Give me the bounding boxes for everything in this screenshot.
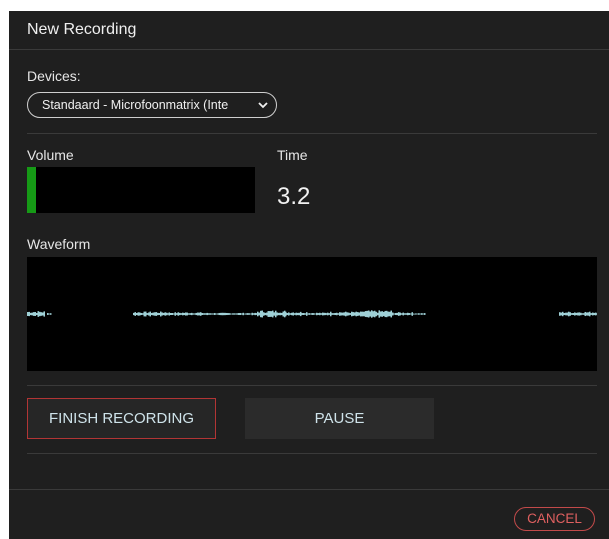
waveform-graphic [27, 310, 597, 318]
pause-button[interactable]: PAUSE [245, 398, 434, 439]
footer-divider [9, 489, 609, 490]
device-select[interactable]: Standaard - Microfoonmatrix (Inte [27, 92, 277, 118]
finish-recording-button[interactable]: FINISH RECORDING [27, 398, 216, 439]
device-select-value: Standaard - Microfoonmatrix (Inte [42, 98, 229, 112]
waveform-label: Waveform [27, 236, 91, 252]
time-value: 3.2 [277, 183, 311, 210]
time-label: Time [277, 147, 308, 163]
devices-label: Devices: [27, 68, 81, 84]
divider [27, 453, 597, 454]
volume-label: Volume [27, 147, 74, 163]
waveform-display [27, 257, 597, 371]
dialog-titlebar: New Recording [9, 11, 609, 50]
chevron-down-icon [258, 102, 268, 109]
cancel-button[interactable]: CANCEL [514, 507, 595, 531]
volume-meter [27, 167, 255, 213]
volume-meter-fill [27, 167, 37, 213]
divider [27, 385, 597, 386]
new-recording-dialog: New Recording Devices: Standaard - Micro… [9, 11, 609, 539]
dialog-title: New Recording [27, 21, 137, 38]
divider [27, 133, 597, 134]
